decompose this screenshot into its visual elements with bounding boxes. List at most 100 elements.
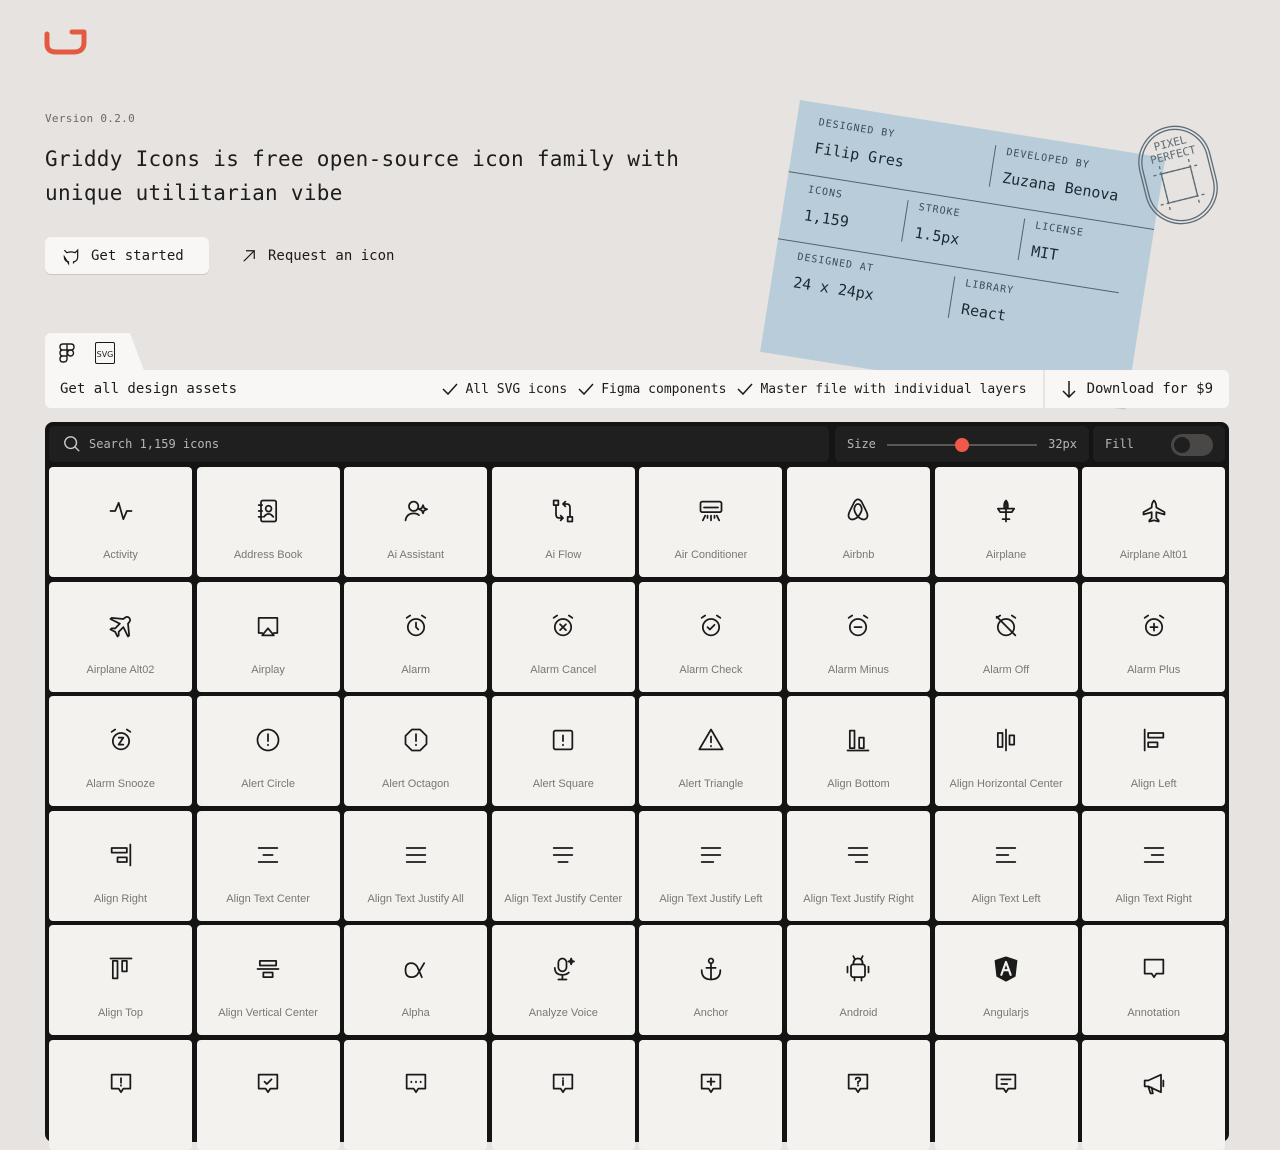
arrow-down-icon	[1062, 381, 1076, 398]
icon-cell[interactable]: Alarm	[344, 581, 488, 692]
icon-cell[interactable]	[786, 1039, 930, 1150]
angularjs-icon	[994, 956, 1018, 982]
icon-cell[interactable]	[196, 1039, 340, 1150]
designed-at-label: Designed at	[796, 251, 875, 275]
icon-cell[interactable]: Alarm Snooze	[49, 696, 192, 807]
icon-cell[interactable]: Ai Flow	[491, 467, 635, 577]
icon-cell[interactable]: Align Bottom	[786, 696, 930, 807]
icon-cell[interactable]	[934, 1039, 1078, 1150]
feature-label: All SVG icons	[465, 381, 568, 397]
size-value: 32px	[1048, 437, 1077, 451]
icon-cell[interactable]: Align Text Justify Center	[491, 810, 635, 921]
icon-cell[interactable]: Airplane	[934, 467, 1078, 577]
icon-cell[interactable]: Alert Square	[491, 696, 635, 807]
icon-cell[interactable]: Airplane Alt02	[49, 581, 192, 692]
align-text-justify-left-icon	[700, 846, 722, 863]
icon-label: Ai Flow	[545, 549, 582, 561]
align-text-right-icon	[1143, 846, 1164, 863]
air-conditioner-icon	[699, 500, 723, 522]
request-icon-link[interactable]: Request an icon	[240, 237, 394, 274]
assets-tab[interactable]: SVG	[45, 333, 145, 373]
icon-cell[interactable]	[639, 1039, 783, 1150]
icon-cell[interactable]: Annotation	[1082, 925, 1226, 1036]
size-slider[interactable]	[887, 438, 1037, 452]
icon-cell[interactable]	[49, 1039, 192, 1150]
icon-cell[interactable]: Air Conditioner	[639, 467, 783, 577]
search-placeholder: Search 1,159 icons	[89, 437, 220, 451]
align-text-left-icon	[995, 846, 1017, 863]
icon-cell[interactable]: Align Text Justify All	[344, 810, 488, 921]
annotation-dots-icon	[405, 1073, 426, 1094]
design-assets-bar: Get all design assets All SVG icons Figm…	[45, 370, 1229, 408]
icon-cell[interactable]: Align Right	[49, 810, 192, 921]
icon-cell[interactable]: Align Horizontal Center	[934, 696, 1078, 807]
icon-label: Align Left	[1130, 778, 1177, 791]
icon-cell[interactable]: Airplay	[196, 581, 340, 692]
icon-cell[interactable]	[1082, 1039, 1226, 1150]
icon-label: Airplane	[985, 549, 1027, 561]
icon-cell[interactable]: Align Text Justify Left	[639, 810, 783, 921]
icon-cell[interactable]: Alarm Cancel	[491, 581, 635, 692]
icon-label: Align Top	[97, 1007, 144, 1020]
figma-icon	[59, 343, 75, 363]
icon-cell[interactable]: Angularjs	[934, 925, 1078, 1036]
get-started-button[interactable]: Get started	[45, 237, 209, 274]
fill-toggle[interactable]	[1171, 434, 1213, 456]
icon-cell[interactable]: Analyze Voice	[491, 925, 635, 1036]
icon-cell[interactable]: Alarm Plus	[1082, 581, 1226, 692]
icon-label: Align Text Justify Center	[504, 892, 623, 905]
icons-label: Icons	[807, 184, 844, 201]
analyze-voice-icon	[554, 958, 576, 981]
icon-cell[interactable]	[491, 1039, 635, 1150]
icon-cell[interactable]: Align Text Center	[196, 810, 340, 921]
search-input[interactable]: Search 1,159 icons	[49, 426, 829, 462]
icon-cell[interactable]: Activity	[49, 467, 192, 577]
icon-cell[interactable]: Alarm Off	[934, 581, 1078, 692]
designed-by-value: Filip Gres	[813, 138, 906, 171]
svg-file-icon: SVG	[95, 342, 115, 364]
icon-cell[interactable]: Align Text Justify Right	[786, 810, 930, 921]
icon-cell[interactable]: Airbnb	[786, 467, 930, 577]
icon-cell[interactable]: Anchor	[639, 925, 783, 1036]
align-text-justify-center-icon	[553, 846, 574, 863]
icon-cell[interactable]: Align Top	[49, 925, 192, 1036]
icon-label: Alert Circle	[241, 778, 295, 791]
icon-cell[interactable]: Align Text Left	[934, 810, 1078, 921]
icon-label: Airplane Alt01	[1119, 549, 1188, 561]
icon-cell[interactable]: Alert Triangle	[639, 696, 783, 807]
request-icon-label: Request an icon	[268, 247, 395, 264]
android-icon	[847, 955, 870, 982]
icon-cell[interactable]: Address Book	[196, 467, 340, 577]
version-label: Version 0.2.0	[45, 112, 135, 125]
icon-label: Alarm Snooze	[85, 778, 156, 791]
alert-triangle-icon	[698, 728, 724, 751]
credits-ticket: Designed by Filip Gres Developed by Zuza…	[760, 100, 1166, 410]
icon-cell[interactable]: Alert Octagon	[344, 696, 488, 807]
griddy-logo[interactable]	[44, 28, 88, 56]
icon-cell[interactable]: Align Text Right	[1082, 810, 1226, 921]
icon-cell[interactable]: Ai Assistant	[344, 467, 488, 577]
annotation-alert-icon	[110, 1073, 131, 1094]
icon-cell[interactable]: Alarm Minus	[786, 581, 930, 692]
slider-knob[interactable]	[955, 438, 969, 452]
icon-cell[interactable]: Align Left	[1082, 696, 1226, 807]
icon-cell[interactable]: Align Vertical Center	[196, 925, 340, 1036]
feature-label: Figma components	[601, 381, 727, 397]
annotation-text-icon	[995, 1073, 1017, 1094]
download-button[interactable]: Download for $9	[1042, 370, 1229, 408]
icon-cell[interactable]	[344, 1039, 488, 1150]
alarm-cancel-icon	[553, 614, 574, 636]
icon-label: Alarm Minus	[827, 663, 890, 676]
annotation-check-icon	[257, 1073, 279, 1094]
icon-cell[interactable]: Alpha	[344, 925, 488, 1036]
icon-cell[interactable]: Airplane Alt01	[1082, 467, 1226, 577]
icon-cell[interactable]: Android	[786, 925, 930, 1036]
icon-label: Alert Square	[532, 778, 594, 791]
icon-cell[interactable]: Alert Circle	[196, 696, 340, 807]
icon-cell[interactable]: Alarm Check	[639, 581, 783, 692]
alarm-plus-icon	[1143, 614, 1164, 636]
anchor-icon	[700, 958, 722, 981]
assets-title: Get all design assets	[60, 381, 238, 397]
icon-label: Alarm Cancel	[530, 663, 597, 676]
align-text-center-icon	[257, 846, 279, 863]
